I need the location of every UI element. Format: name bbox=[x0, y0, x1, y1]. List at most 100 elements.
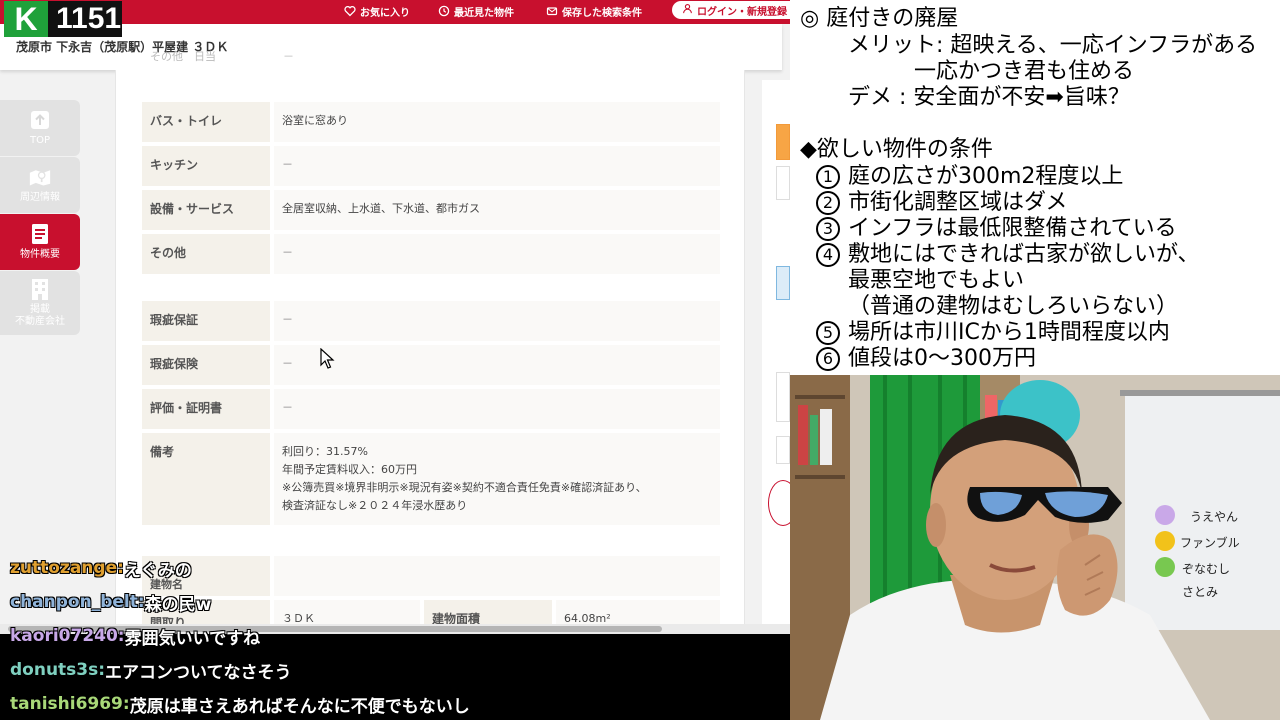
notes-panel: ◎ 庭付きの廃屋 メリット: 超映える、一応インフラがある 一応かつき君も住める… bbox=[790, 0, 1280, 375]
condition-item: 3 インフラは最低限整備されている bbox=[816, 216, 1177, 242]
login-button[interactable]: ログイン・新規登録 bbox=[672, 1, 790, 19]
chat-text: 茂原は車さえあればそんなに不便でもないし bbox=[129, 696, 470, 717]
detail-label: 備考 bbox=[142, 433, 270, 525]
cta-button-partial[interactable] bbox=[776, 266, 790, 300]
chat-username: chanpon_belt: bbox=[10, 592, 145, 612]
cta-button-partial[interactable] bbox=[776, 166, 790, 200]
chat-message: chanpon_belt: 森の民w bbox=[10, 587, 211, 617]
property-details-panel: バス・トイレ 浴室に窓あり キッチン － 設備・サービス 全居室収納、上水道、下… bbox=[115, 70, 745, 630]
mail-icon bbox=[546, 5, 558, 17]
building-icon bbox=[29, 278, 51, 300]
condition-text: 値段は0〜300万円 bbox=[848, 346, 1036, 371]
detail-value: － bbox=[274, 234, 720, 274]
detail-value: － bbox=[274, 345, 720, 385]
counter-number: 1151 bbox=[56, 2, 122, 35]
favorites-link[interactable]: お気に入り bbox=[344, 0, 410, 22]
chat-message: tanishi6969: 茂原は車さえあればそんなに不便でもないし bbox=[10, 689, 470, 719]
nav-surroundings-label: 周辺情報 bbox=[20, 192, 60, 203]
notes-title: ◎ 庭付きの廃屋 bbox=[800, 6, 959, 31]
remarks-line: 検査済証なし※２０２４年浸水歴あり bbox=[282, 499, 468, 512]
side-navigation: TOP 周辺情報 物件概要 掲載 不動産会社 bbox=[0, 100, 80, 336]
condition-number: 3 bbox=[816, 217, 840, 241]
recent-viewed-link[interactable]: 最近見た物件 bbox=[438, 0, 514, 22]
condition-item: 6 値段は0〜300万円 bbox=[816, 346, 1036, 372]
upload-arrow-icon bbox=[29, 109, 51, 131]
detail-row-defect-warranty: 瑕疵保証 － bbox=[142, 301, 720, 341]
saved-search-link[interactable]: 保存した検索条件 bbox=[546, 0, 642, 22]
nav-agency-label: 掲載 不動産会社 bbox=[15, 304, 65, 327]
detail-row-kitchen: キッチン － bbox=[142, 146, 720, 186]
mouse-cursor-icon bbox=[320, 348, 335, 369]
recent-label: 最近見た物件 bbox=[454, 7, 514, 19]
user-icon bbox=[682, 3, 693, 17]
chat-username: tanishi6969: bbox=[10, 694, 130, 714]
cta-button-partial[interactable] bbox=[776, 124, 790, 160]
nav-agency[interactable]: 掲載 不動産会社 bbox=[0, 271, 80, 335]
detail-label: キッチン bbox=[142, 146, 270, 186]
detail-label: 瑕疵保証 bbox=[142, 301, 270, 341]
whiteboard-name: うえやん bbox=[1190, 510, 1239, 524]
saved-search-label: 保存した検索条件 bbox=[562, 7, 642, 19]
map-pin-icon bbox=[29, 166, 51, 188]
notes-merit-line: 一応かつき君も住める bbox=[914, 59, 1135, 84]
hidden-row-label: その他 日当 bbox=[150, 50, 216, 63]
condition-number: 6 bbox=[816, 347, 840, 371]
detail-value: 全居室収納、上水道、下水道、都市ガス bbox=[274, 190, 720, 230]
conditions-title: ◆欲しい物件の条件 bbox=[800, 137, 993, 162]
detail-row-building-name: 建物名 bbox=[142, 556, 720, 596]
nav-overview[interactable]: 物件概要 bbox=[0, 214, 80, 270]
remarks-value: 利回り：31.57% 年間予定賃料収入：60万円 ※公簿売買※境界非明示※現況有… bbox=[274, 433, 720, 525]
detail-value: 浴室に窓あり bbox=[274, 102, 720, 142]
detail-row-bath: バス・トイレ 浴室に窓あり bbox=[142, 102, 720, 142]
nav-top-label: TOP bbox=[29, 135, 50, 146]
condition-text: 敷地にはできれば古家が欲しいが、 bbox=[848, 242, 1200, 267]
hidden-row-value: － bbox=[283, 50, 294, 63]
condition-item: 4 敷地にはできれば古家が欲しいが、 bbox=[816, 242, 1200, 268]
chat-username: kaori07240: bbox=[10, 626, 125, 646]
document-icon bbox=[29, 223, 51, 245]
chat-text: エアコンついてなさそう bbox=[105, 662, 292, 683]
cta-button-partial[interactable] bbox=[776, 372, 790, 422]
detail-value: － bbox=[274, 301, 720, 341]
remarks-line: 利回り：31.57% bbox=[282, 445, 368, 458]
condition-text: 庭の広さが300m2程度以上 bbox=[848, 164, 1124, 189]
nav-surroundings[interactable]: 周辺情報 bbox=[0, 157, 80, 213]
detail-value: － bbox=[274, 389, 720, 429]
heart-icon bbox=[344, 5, 356, 17]
condition-text: 市街化調整区域はダメ bbox=[848, 190, 1068, 215]
whiteboard-name: ぞなむし bbox=[1182, 562, 1231, 576]
detail-label: 評価・証明書 bbox=[142, 389, 270, 429]
chat-message: donuts3s: エアコンついてなさそう bbox=[10, 655, 292, 685]
chat-username: donuts3s: bbox=[10, 660, 106, 680]
condition-text: インフラは最低限整備されている bbox=[848, 216, 1177, 241]
chat-username: zuttozange: bbox=[10, 558, 124, 578]
history-clock-icon bbox=[438, 5, 450, 17]
whiteboard-name: さとみ bbox=[1182, 585, 1219, 599]
floating-button-partial[interactable] bbox=[768, 480, 790, 526]
remarks-line: 年間予定賃料収入：60万円 bbox=[282, 463, 417, 476]
condition-continuation: 最悪空地でもよい bbox=[848, 268, 1025, 293]
stream-counter: K 1151 bbox=[4, 1, 122, 37]
cta-button-partial[interactable] bbox=[776, 436, 790, 464]
webcam-feed: うえやん ファンブル ぞなむし さとみ bbox=[790, 375, 1280, 720]
detail-label: その他 bbox=[142, 234, 270, 274]
favorites-label: お気に入り bbox=[360, 7, 410, 19]
nav-top[interactable]: TOP bbox=[0, 100, 80, 156]
detail-label: 瑕疵保険 bbox=[142, 345, 270, 385]
chat-text: 雰囲気いいですね bbox=[124, 628, 261, 649]
chat-message: zuttozange: えぐみの bbox=[10, 553, 192, 583]
remarks-line: ※公簿売買※境界非明示※現況有姿※契約不適合責任免責※確認済証あり、 bbox=[282, 481, 647, 494]
condition-number: 2 bbox=[816, 191, 840, 215]
condition-number: 5 bbox=[816, 321, 840, 345]
condition-item: 1 庭の広さが300m2程度以上 bbox=[816, 164, 1123, 190]
detail-value: － bbox=[274, 146, 720, 186]
detail-row-certificate: 評価・証明書 － bbox=[142, 389, 720, 429]
chat-text: 森の民w bbox=[144, 594, 212, 615]
k-logo: K bbox=[4, 1, 48, 37]
login-label: ログイン・新規登録 bbox=[697, 6, 787, 18]
detail-row-remarks: 備考 利回り：31.57% 年間予定賃料収入：60万円 ※公簿売買※境界非明示※… bbox=[142, 433, 720, 525]
chat-message: kaori07240: 雰囲気いいですね bbox=[10, 621, 260, 651]
detail-value bbox=[274, 556, 720, 596]
condition-continuation: （普通の建物はむしろいらない） bbox=[848, 294, 1179, 319]
nav-overview-label: 物件概要 bbox=[20, 249, 60, 260]
